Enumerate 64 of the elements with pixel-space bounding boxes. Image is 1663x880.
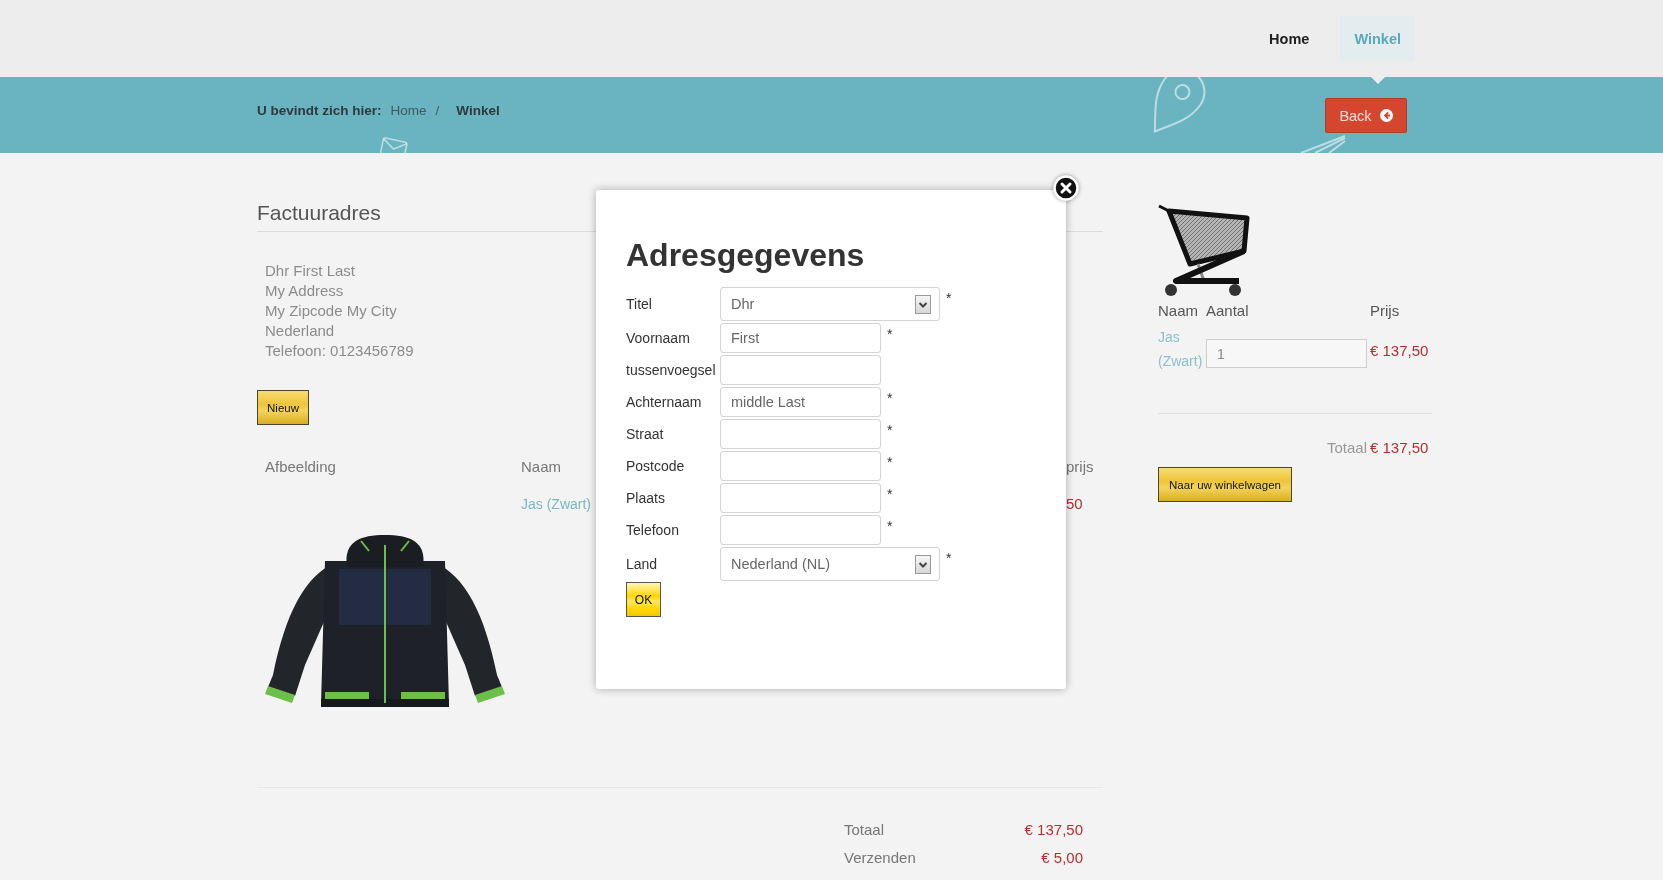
address-line: Dhr First Last: [265, 261, 355, 281]
required-mark: *: [887, 518, 893, 534]
required-mark: *: [946, 290, 952, 306]
field-label: Telefoon: [626, 522, 680, 538]
caret-icon: [915, 554, 931, 574]
breadcrumb-separator: /: [435, 102, 440, 120]
caret-icon: [915, 294, 931, 314]
input-field[interactable]: [720, 419, 881, 449]
trail-drawing: [1299, 135, 1347, 153]
address-line: My Address: [265, 281, 344, 301]
input-field[interactable]: middle Last: [720, 387, 881, 417]
total-value: € 5,00: [1040, 848, 1083, 868]
breadcrumb-link[interactable]: Winkel: [456, 101, 500, 121]
input-field[interactable]: [720, 451, 881, 481]
column-header: Naam: [521, 457, 561, 477]
nav-tab[interactable]: Home: [1255, 16, 1324, 61]
quantity-field[interactable]: 1: [1206, 339, 1367, 368]
total-label: Verzenden: [844, 848, 916, 868]
new-button[interactable]: Nieuw: [257, 390, 309, 425]
field-label: Land: [626, 556, 659, 572]
address-line: Nederland: [265, 321, 335, 341]
dialog-title: Adresgegevens: [626, 236, 865, 274]
field-label: tussenvoegsel: [626, 362, 717, 378]
required-mark: *: [887, 486, 893, 502]
ok-button[interactable]: OK: [626, 582, 661, 617]
product-price: 50: [1066, 494, 1083, 514]
column-header: Prijs: [1370, 301, 1400, 321]
required-mark: *: [946, 550, 952, 566]
input-field[interactable]: [720, 483, 881, 513]
close-icon[interactable]: [1053, 175, 1079, 201]
product-price: € 137,50: [1370, 341, 1429, 361]
field-label: Achternaam: [626, 394, 703, 410]
field-label: Plaats: [626, 490, 666, 506]
breadcrumb-label: U bevindt zich hier:: [257, 102, 382, 120]
column-header: Aantal: [1206, 301, 1249, 321]
back-button[interactable]: Back: [1325, 98, 1407, 133]
total-value: € 137,50: [1370, 438, 1429, 458]
section-heading: Factuuradres: [257, 200, 381, 226]
address-line: Telefoon: 0123456789: [265, 341, 414, 361]
column-header: Afbeelding: [265, 457, 336, 477]
address-line: My Zipcode My City: [265, 301, 397, 321]
breadcrumb-link[interactable]: Home: [390, 101, 427, 121]
field-label: Straat: [626, 426, 665, 442]
column-header: Naam: [1158, 301, 1198, 321]
field-label: Postcode: [626, 458, 686, 474]
required-mark: *: [887, 454, 893, 470]
arrow-left-circle-icon: [1379, 109, 1393, 122]
required-mark: *: [887, 326, 893, 342]
cart-button[interactable]: Naar uw winkelwagen: [1158, 467, 1292, 502]
select-field[interactable]: Dhr: [720, 287, 940, 321]
input-field[interactable]: [720, 515, 881, 545]
envelope-drawing: [379, 137, 409, 153]
select-field[interactable]: Nederland (NL): [720, 547, 940, 581]
total-label: Totaal: [1326, 438, 1368, 458]
column-header: prijs: [1066, 457, 1094, 477]
required-mark: *: [887, 422, 893, 438]
total-label: Totaal: [844, 820, 886, 840]
total-value: € 137,50: [1024, 820, 1083, 840]
required-mark: *: [887, 390, 893, 406]
input-field[interactable]: First: [720, 323, 881, 353]
shopping-cart-icon: [1158, 204, 1251, 297]
field-label: Voornaam: [626, 330, 691, 346]
input-field[interactable]: [720, 355, 881, 385]
field-label: Titel: [626, 296, 653, 312]
